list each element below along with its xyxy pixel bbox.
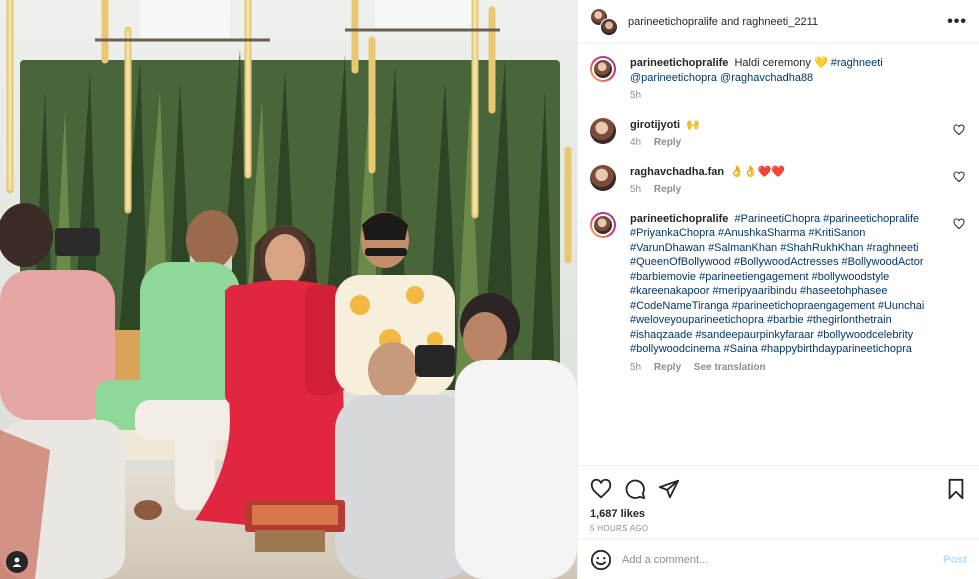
- caption: parineetichopralife Haldi ceremony 💛 #ra…: [590, 56, 967, 104]
- comment-hashtags[interactable]: #ParineetiChopra #parineetichopralife #P…: [630, 213, 924, 356]
- post-photo[interactable]: [0, 0, 577, 579]
- avatar: [600, 17, 618, 36]
- collab-avatars[interactable]: [590, 7, 618, 36]
- list-item: girotijyoti 🙌 4h Reply: [590, 117, 967, 151]
- paper-plane-icon[interactable]: [658, 478, 680, 500]
- caption-avatar[interactable]: [590, 56, 616, 82]
- caption-username[interactable]: parineetichopralife: [630, 57, 728, 69]
- comment-input[interactable]: [622, 553, 944, 566]
- caption-time: 5h: [630, 90, 642, 101]
- instagram-post: parineetichopralife and raghneeti_2211 •…: [0, 0, 979, 579]
- comment-text: 👌👌❤️❤️: [730, 165, 785, 178]
- user-tag-icon[interactable]: [6, 551, 28, 573]
- post-actions: 1,687 likes 5 HOURS AGO: [578, 465, 979, 539]
- comment-time: 5h: [630, 184, 642, 195]
- reply-button[interactable]: Reply: [654, 184, 681, 195]
- bookmark-icon[interactable]: [945, 478, 967, 500]
- emoji-smile-icon[interactable]: [590, 549, 612, 571]
- commenter-avatar[interactable]: [590, 164, 616, 191]
- heart-icon[interactable]: [953, 217, 965, 230]
- comment-time: 4h: [630, 137, 642, 148]
- more-dots-icon[interactable]: •••: [947, 13, 967, 31]
- comment-username[interactable]: girotijyoti: [630, 119, 680, 131]
- comment-bubble-icon[interactable]: [624, 478, 646, 500]
- add-comment-bar: Post: [578, 539, 979, 579]
- reply-button[interactable]: Reply: [654, 362, 681, 373]
- post-side-panel: parineetichopralife and raghneeti_2211 •…: [577, 0, 979, 579]
- heart-icon[interactable]: [953, 123, 965, 136]
- commenter-avatar[interactable]: [590, 211, 616, 238]
- haldi-ceremony-photo: [0, 0, 577, 579]
- comment-time: 5h: [630, 361, 642, 373]
- list-item: parineetichopralife #ParineetiChopra #pa…: [590, 211, 967, 376]
- heart-icon[interactable]: [590, 478, 612, 500]
- post-comment-button[interactable]: Post: [943, 554, 967, 566]
- see-translation-button[interactable]: See translation: [694, 362, 766, 373]
- collab-usernames[interactable]: parineetichopralife and raghneeti_2211: [628, 16, 947, 28]
- post-timestamp: 5 HOURS AGO: [590, 524, 649, 533]
- commenter-avatar[interactable]: [590, 117, 616, 144]
- comments-list: parineetichopralife Haldi ceremony 💛 #ra…: [578, 44, 979, 465]
- caption-text: Haldi ceremony 💛: [734, 57, 828, 69]
- comment-text: 🙌: [686, 118, 700, 131]
- comment-username[interactable]: raghavchadha.fan: [630, 166, 724, 178]
- comment-username[interactable]: parineetichopralife: [630, 213, 728, 225]
- list-item: raghavchadha.fan 👌👌❤️❤️ 5h Reply: [590, 164, 967, 198]
- reply-button[interactable]: Reply: [654, 137, 681, 148]
- likes-count[interactable]: 1,687 likes: [590, 508, 967, 520]
- heart-icon[interactable]: [953, 170, 965, 183]
- post-header: parineetichopralife and raghneeti_2211 •…: [578, 0, 979, 44]
